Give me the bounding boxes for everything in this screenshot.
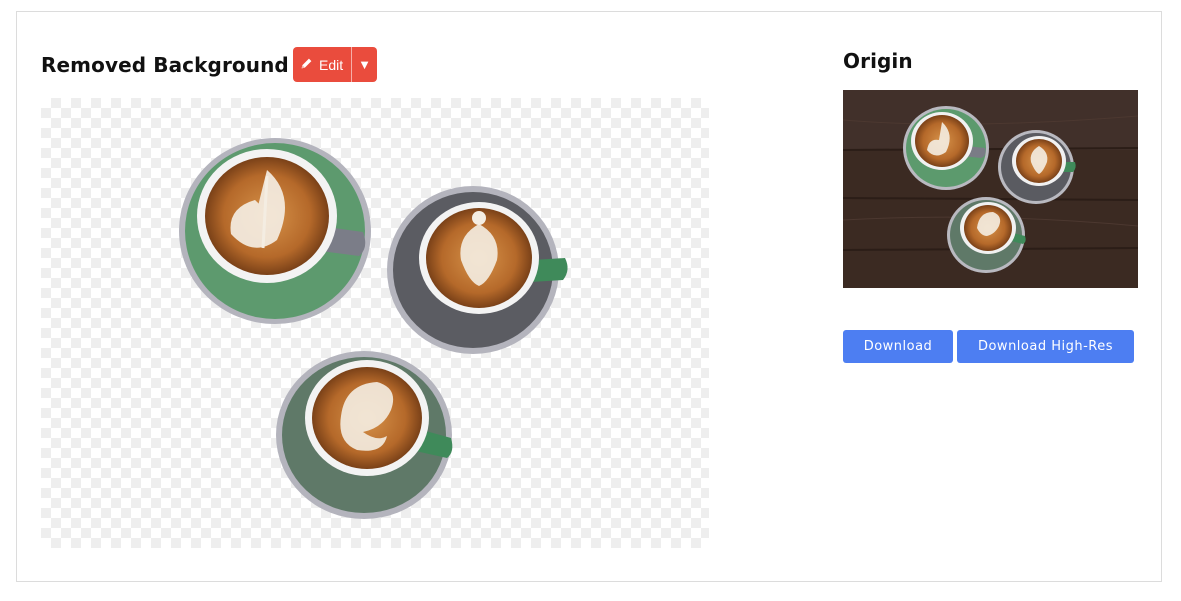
origin-image	[843, 90, 1138, 288]
caret-down-icon[interactable]: ▼	[352, 47, 377, 82]
removed-background-preview	[41, 98, 709, 548]
edit-label: Edit	[319, 56, 344, 73]
download-button[interactable]: Download	[843, 330, 953, 363]
result-title: Removed Background	[41, 53, 289, 77]
result-panel: Removed Background Edit ▼ Origin Downloa…	[16, 11, 1162, 582]
original-photo	[843, 90, 1138, 288]
origin-title: Origin	[843, 49, 913, 73]
download-high-res-button[interactable]: Download High-Res	[957, 330, 1134, 363]
edit-button-main[interactable]: Edit	[293, 47, 351, 82]
coffee-cups-cutout-image	[179, 138, 568, 519]
edit-button[interactable]: Edit ▼	[293, 47, 377, 82]
pencil-icon	[300, 57, 313, 73]
